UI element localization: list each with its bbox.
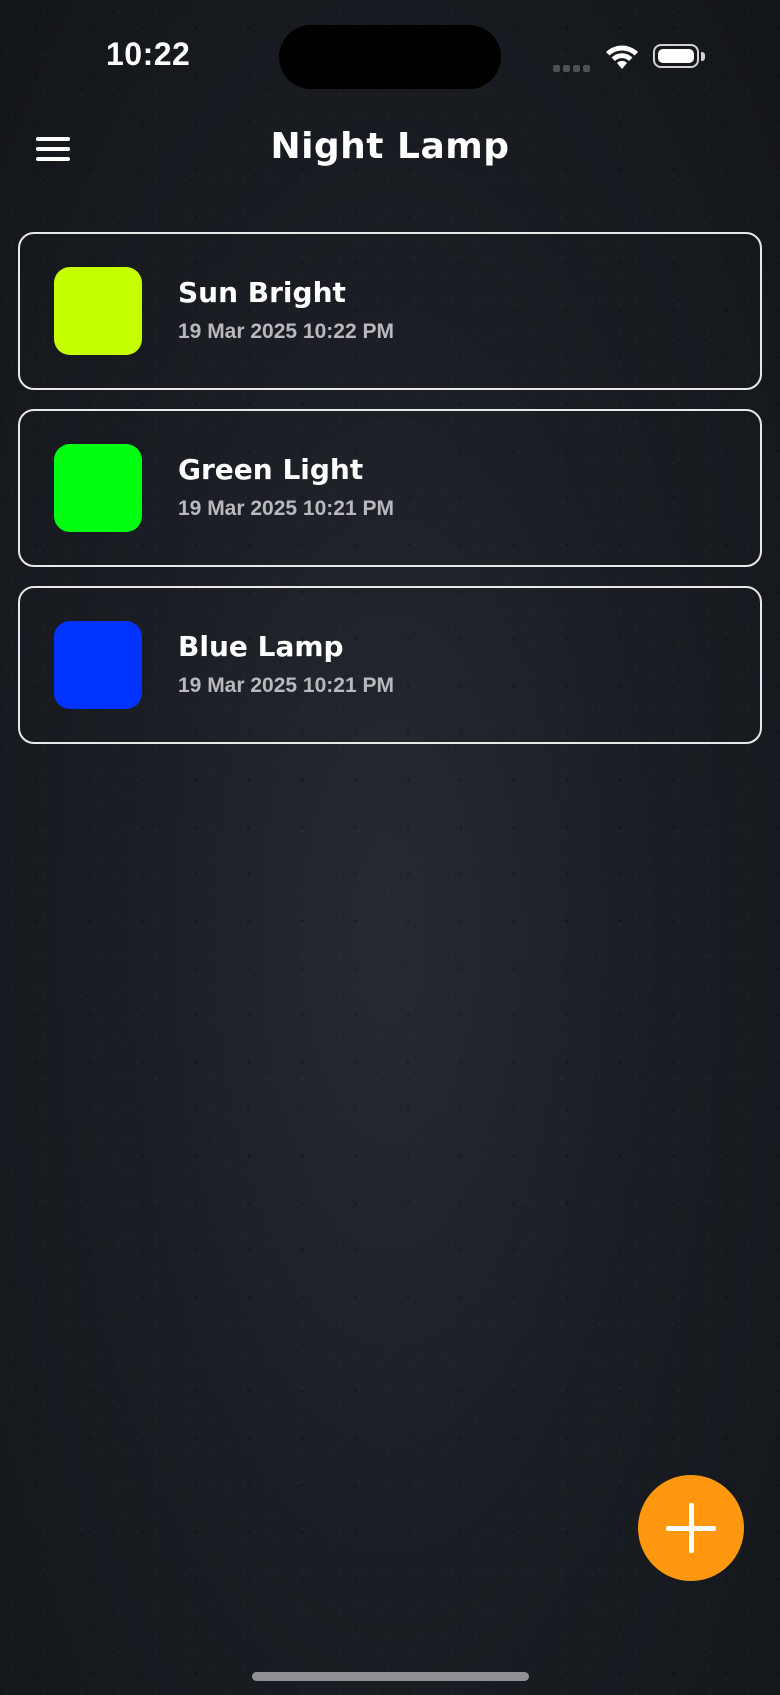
battery-icon xyxy=(653,44,707,70)
wifi-icon xyxy=(606,45,638,69)
lamp-color-swatch xyxy=(54,267,142,355)
status-time: 10:22 xyxy=(106,36,191,72)
home-indicator xyxy=(252,1672,529,1681)
app-header: Night Lamp xyxy=(0,110,780,190)
plus-icon-vertical xyxy=(689,1503,694,1553)
lamp-name: Sun Bright xyxy=(178,276,346,309)
lamp-card-green-light[interactable]: Green Light 19 Mar 2025 10:21 PM xyxy=(18,409,762,567)
add-lamp-button[interactable] xyxy=(638,1475,744,1581)
lamp-date: 19 Mar 2025 10:21 PM xyxy=(178,674,394,697)
lamp-card-sun-bright[interactable]: Sun Bright 19 Mar 2025 10:22 PM xyxy=(18,232,762,390)
lamp-list: Sun Bright 19 Mar 2025 10:22 PM Green Li… xyxy=(18,232,762,763)
lamp-date: 19 Mar 2025 10:22 PM xyxy=(178,320,394,343)
lamp-name: Green Light xyxy=(178,453,364,486)
dynamic-island xyxy=(279,25,501,89)
status-bar: 10:22 xyxy=(0,0,780,110)
page-title: Night Lamp xyxy=(270,126,510,167)
lamp-color-swatch xyxy=(54,621,142,709)
lamp-color-swatch xyxy=(54,444,142,532)
lamp-date: 19 Mar 2025 10:21 PM xyxy=(178,497,394,520)
lamp-name: Blue Lamp xyxy=(178,630,344,663)
lamp-card-blue-lamp[interactable]: Blue Lamp 19 Mar 2025 10:21 PM xyxy=(18,586,762,744)
signal-icon xyxy=(553,59,593,72)
